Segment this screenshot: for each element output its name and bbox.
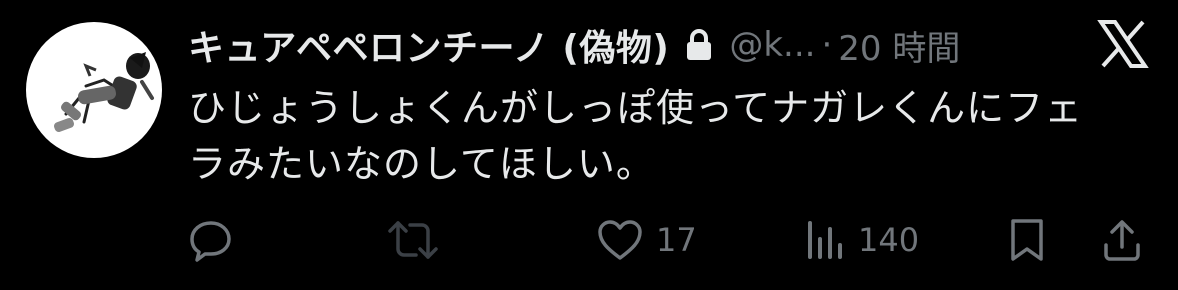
heart-icon [596, 218, 644, 262]
avatar-illustration [54, 52, 154, 132]
action-bar: 17 140 [0, 212, 1178, 268]
tweet-text: ひじょうしょくんがしっぽ使ってナガレくんにフェラみたいなのしてほしい。 [188, 86, 1084, 186]
like-button[interactable]: 17 [596, 212, 697, 268]
timestamp[interactable]: 20 時間 [838, 21, 960, 70]
reply-button[interactable] [188, 212, 234, 268]
x-logo-icon[interactable] [1097, 20, 1149, 68]
user-handle[interactable]: @k... [729, 25, 815, 65]
lock-icon [683, 28, 715, 62]
repost-button[interactable] [386, 212, 440, 268]
share-button[interactable] [1100, 212, 1144, 268]
display-name[interactable]: キュアペペロンチーノ (偽物) [188, 19, 669, 71]
views-count: 140 [858, 221, 920, 259]
share-icon [1100, 217, 1144, 263]
repost-icon [386, 217, 440, 263]
bookmark-icon [1008, 217, 1046, 263]
like-count: 17 [656, 221, 697, 259]
tweet-header: キュアペペロンチーノ (偽物) @k... · 20 時間 [188, 20, 960, 70]
views-button[interactable]: 140 [804, 212, 919, 268]
views-icon [804, 217, 846, 263]
reply-icon [188, 217, 234, 263]
avatar[interactable] [26, 22, 162, 158]
bookmark-button[interactable] [1008, 212, 1046, 268]
header-separator: · [821, 25, 833, 65]
